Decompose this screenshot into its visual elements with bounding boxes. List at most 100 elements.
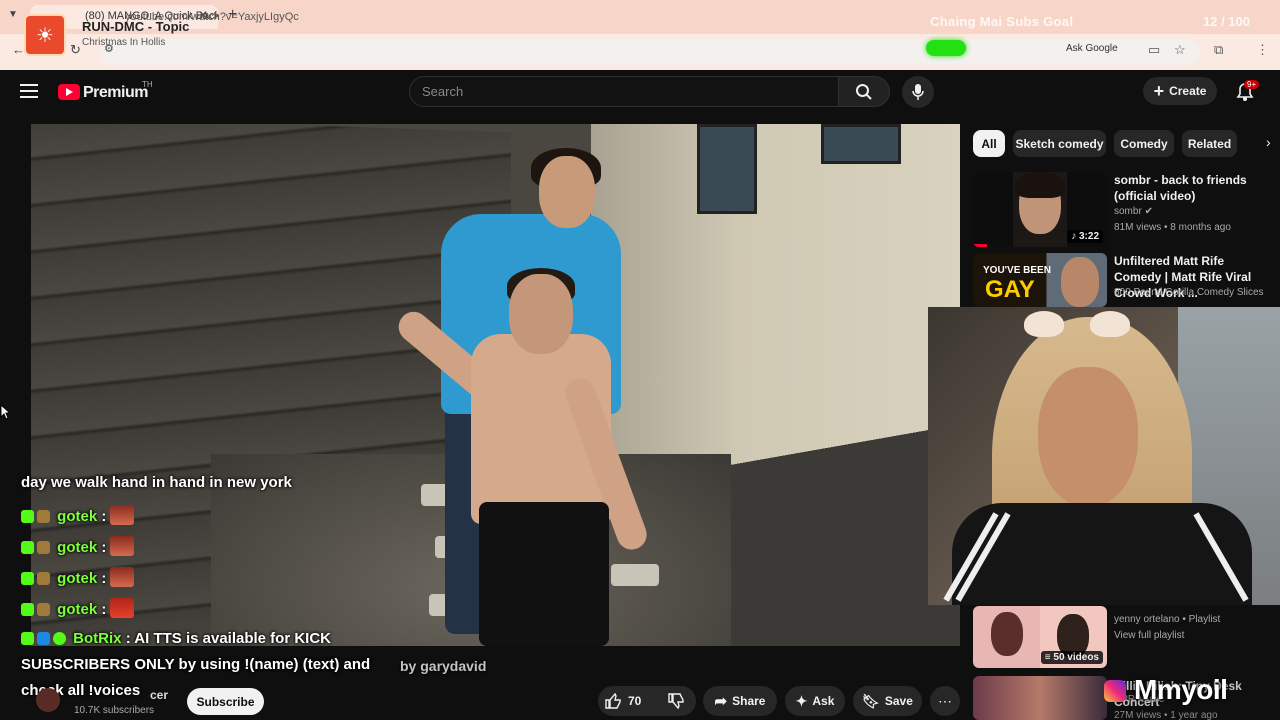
video-player[interactable]	[31, 124, 960, 646]
now-playing-artist: RUN-DMC - Topic	[82, 19, 190, 34]
kick-badge-icon	[21, 510, 34, 523]
thumb-caption-big: GAY	[985, 276, 1035, 303]
ask-google-button[interactable]: Ask Google	[1066, 43, 1118, 54]
now-playing-logo: ☀	[24, 14, 66, 56]
chat-text: : AI TTS is available for KICK	[125, 630, 332, 647]
recommendation-channel: yenny ortelano • Playlist	[1114, 614, 1221, 625]
browser-menu-icon[interactable]: ⋮	[1256, 42, 1269, 58]
emote-icon	[110, 505, 135, 525]
video-person-a-head	[539, 156, 595, 228]
chat-username: BotRix	[73, 630, 122, 647]
more-actions-icon[interactable]: ⋯	[930, 686, 960, 716]
subs-goal-label: Chaing Mai Subs Goal	[930, 14, 1074, 29]
kick-badge-icon	[21, 572, 34, 585]
save-label: Save	[884, 694, 913, 708]
region-code: TH	[142, 80, 153, 89]
instagram-icon	[1104, 680, 1126, 702]
video-stepping-stone	[611, 564, 659, 586]
channel-avatar[interactable]	[36, 688, 60, 712]
search-input[interactable]	[409, 76, 839, 107]
ask-button[interactable]: ✦ Ask	[785, 686, 845, 716]
thumb-face	[991, 612, 1023, 656]
channel-subscriber-count: 10.7K subscribers	[74, 705, 155, 716]
chat-text: :	[101, 601, 107, 618]
thumbs-down-icon[interactable]	[667, 692, 685, 710]
verified-badge-icon	[53, 632, 66, 645]
search-button[interactable]	[838, 76, 890, 107]
streamer-webcam	[928, 307, 1280, 605]
chip-related[interactable]: Related	[1182, 130, 1237, 157]
chip-comedy[interactable]: Comedy	[1114, 130, 1174, 157]
chat-text: SUBSCRIBERS ONLY by using !(name) (text)…	[21, 656, 371, 673]
thumb-hair	[1015, 172, 1065, 198]
subscribe-button[interactable]: Subscribe	[187, 688, 264, 715]
url-field[interactable]	[100, 39, 1200, 65]
menu-icon[interactable]	[20, 84, 38, 98]
like-button[interactable]: 70	[604, 692, 641, 710]
recommendation-title[interactable]: sombr - back to friends (official video)	[1114, 172, 1274, 204]
chat-message: BotRix : AI TTS is available for KICK	[21, 630, 331, 647]
chat-message: gotek :	[21, 505, 135, 525]
chat-text: :	[101, 539, 107, 556]
watch-progress-bar	[973, 244, 987, 247]
subs-goal-progress-bar	[926, 40, 966, 56]
save-button[interactable]: 🔖︎ Save	[853, 686, 922, 716]
microphone-icon	[912, 84, 924, 100]
chevron-right-icon[interactable]: ›	[1266, 134, 1271, 150]
plus-icon: +	[1153, 80, 1165, 101]
extensions-icon[interactable]: ⧉	[1214, 42, 1223, 58]
chat-ghost-text: by garydavid	[400, 658, 486, 674]
user-badge-icon	[37, 603, 50, 616]
kick-badge-icon	[21, 603, 34, 616]
share-button[interactable]: ➦ Share	[703, 686, 777, 716]
recommendation-meta: 81M views • 8 months ago	[1114, 222, 1231, 233]
chat-message: gotek :	[21, 536, 135, 556]
voice-search-button[interactable]	[902, 76, 934, 108]
bookmark-icon: 🔖︎	[862, 692, 880, 709]
recommendation-thumbnail[interactable]	[973, 676, 1107, 720]
video-window	[697, 124, 757, 214]
recommendation-channel: sombr ✔︎	[1114, 206, 1153, 217]
chip-sketch-comedy[interactable]: Sketch comedy	[1013, 130, 1106, 157]
recommendation-meta: View full playlist	[1114, 630, 1185, 641]
recommendation-meta: 27M views • 1 year ago	[1114, 710, 1218, 720]
ask-label: Ask	[812, 694, 835, 708]
chat-message-continued: SUBSCRIBERS ONLY by using !(name) (text)…	[21, 656, 370, 673]
chat-text: day we walk hand in hand in new york	[21, 474, 292, 491]
video-duration: ♪ 3:22	[1067, 230, 1103, 243]
search-icon	[856, 83, 872, 100]
youtube-brand[interactable]: Premium	[83, 84, 148, 102]
create-label: Create	[1169, 84, 1207, 98]
chat-username: gotek	[57, 539, 98, 556]
recommendation-thumbnail[interactable]: ≡ 50 videos	[973, 606, 1107, 668]
sparkle-icon: ✦	[795, 692, 808, 709]
chat-text: :	[101, 508, 107, 525]
cam-cat-ear	[1090, 311, 1130, 337]
cam-cat-ear	[1024, 311, 1064, 337]
tab-search-icon[interactable]: ▼	[8, 9, 18, 20]
reload-icon[interactable]: ↻	[70, 42, 81, 58]
recommendation-thumbnail[interactable]: ♪ 3:22	[973, 172, 1107, 247]
video-window	[821, 124, 901, 164]
recommendation-thumbnail[interactable]: YOU'VE BEEN GAY	[973, 253, 1107, 307]
youtube-logo-icon[interactable]	[58, 84, 80, 100]
cam-shirt	[952, 503, 1252, 605]
search-placeholder: Search	[422, 84, 464, 99]
bot-badge-icon	[37, 632, 50, 645]
playlist-icon: ≡	[1044, 652, 1051, 663]
user-badge-icon	[37, 541, 50, 554]
user-badge-icon	[37, 572, 50, 585]
share-label: Share	[732, 694, 766, 708]
emote-icon	[110, 567, 135, 587]
verified-check-icon: ✔︎	[1144, 206, 1153, 217]
chip-all[interactable]: All	[973, 130, 1005, 157]
chat-text: by garydavid	[400, 658, 487, 674]
cast-icon[interactable]: ▭	[1148, 42, 1160, 58]
chat-text: :	[101, 570, 107, 587]
emote-icon	[110, 598, 135, 618]
user-badge-icon	[37, 510, 50, 523]
bookmark-star-icon[interactable]: ☆	[1174, 42, 1186, 58]
channel-name[interactable]: cer	[150, 688, 168, 702]
create-button[interactable]: + Create	[1143, 77, 1217, 105]
kick-badge-icon	[21, 632, 34, 645]
